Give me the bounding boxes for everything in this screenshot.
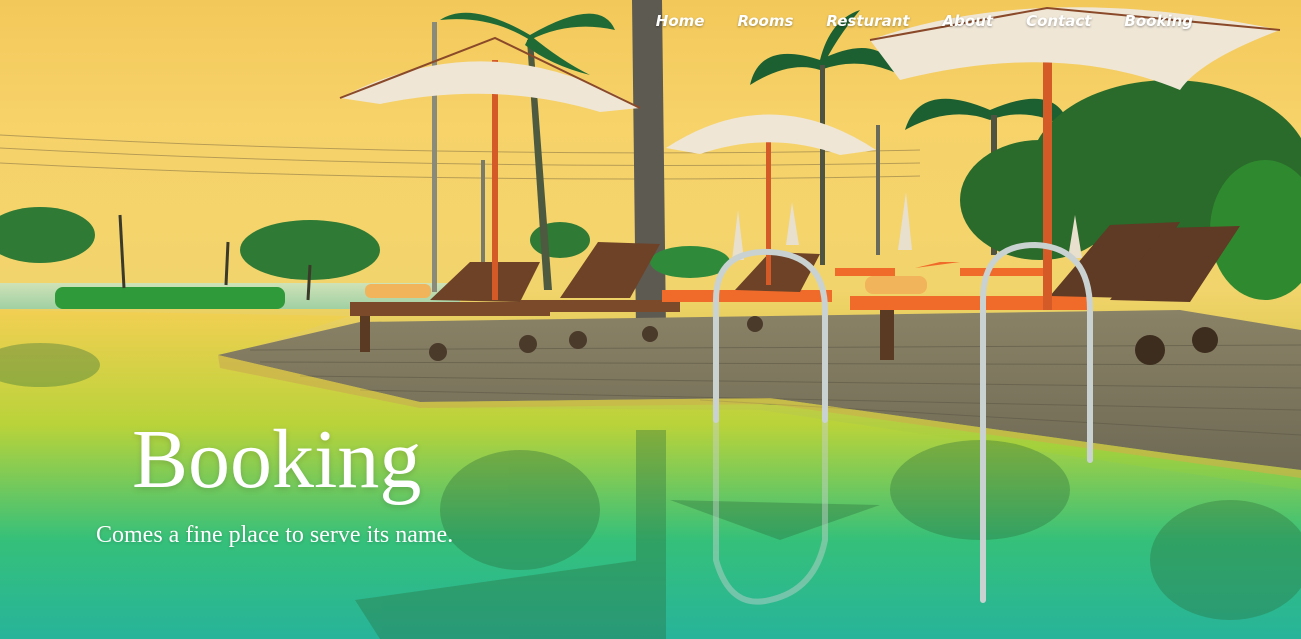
nav-restaurant[interactable]: Resturant — [826, 12, 909, 30]
nav-rooms[interactable]: Rooms — [737, 12, 793, 30]
nav-about[interactable]: About — [943, 12, 994, 30]
nav-home[interactable]: Home — [656, 12, 705, 30]
hero-title: Booking — [132, 413, 422, 506]
pole — [876, 125, 880, 255]
nav-contact[interactable]: Contact — [1026, 12, 1091, 30]
far-loungers — [835, 262, 1050, 276]
hero-banner: Home Rooms Resturant About Contact Booki… — [0, 0, 1301, 639]
nav-booking[interactable]: Booking — [1124, 12, 1193, 30]
hero-subtitle: Comes a fine place to serve its name. — [96, 522, 454, 548]
main-nav: Home Rooms Resturant About Contact Booki… — [623, 12, 1193, 30]
